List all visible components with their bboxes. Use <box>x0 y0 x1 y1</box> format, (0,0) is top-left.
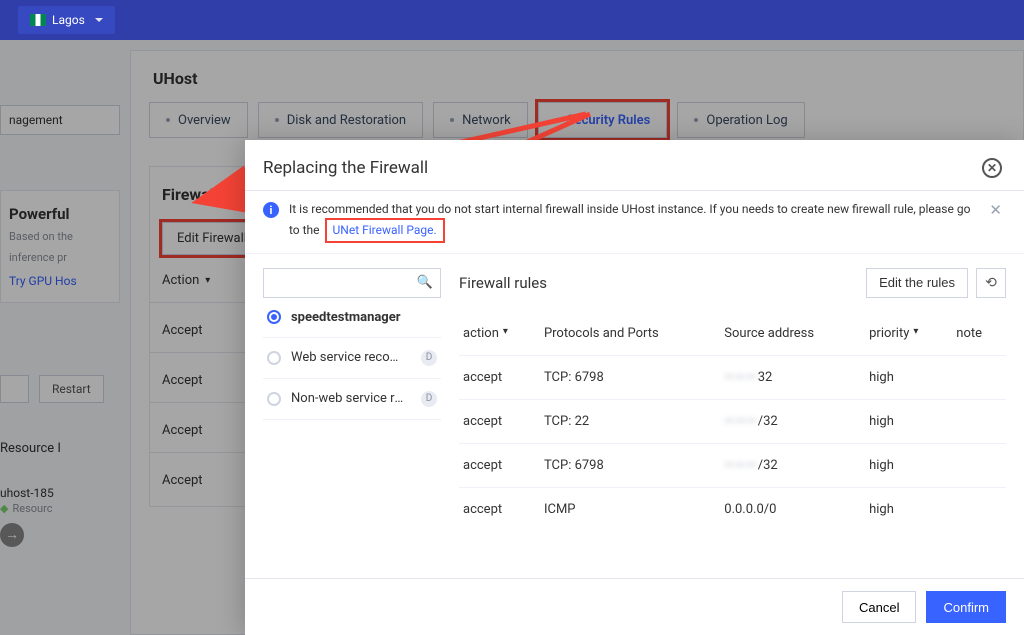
modal-footer: Cancel Confirm <box>245 578 1024 635</box>
col-source: Source address <box>720 312 865 356</box>
chevron-down-icon <box>95 18 103 22</box>
firewall-search-box: 🔍 <box>263 268 441 298</box>
top-bar: Lagos <box>0 0 1024 40</box>
dot-icon <box>275 118 279 122</box>
firewall-search-input[interactable] <box>263 268 441 298</box>
instance-action-buttons: Restart <box>0 375 120 403</box>
rules-table-header: action Protocols and Ports Source addres… <box>459 312 1006 356</box>
close-icon[interactable]: ✕ <box>982 158 1002 178</box>
region-picker[interactable]: Lagos <box>18 6 115 34</box>
region-label: Lagos <box>52 13 85 27</box>
col-action[interactable]: action <box>459 312 540 356</box>
replace-firewall-modal: Replacing the Firewall ✕ i It is recomme… <box>245 140 1024 635</box>
cancel-button[interactable]: Cancel <box>842 591 916 623</box>
dot-icon <box>694 118 698 122</box>
firewall-option[interactable]: Web service recom… D <box>263 338 441 379</box>
rules-table: action Protocols and Ports Source addres… <box>459 312 1006 531</box>
dismiss-info-icon[interactable]: ✕ <box>985 201 1006 219</box>
firewall-option-label: speedtestmanager <box>291 310 437 325</box>
dot-icon <box>166 118 170 122</box>
tab-row: Overview Disk and Restoration Network Se… <box>149 102 1023 138</box>
page-title: UHost <box>153 69 1023 88</box>
radio-unchecked-icon <box>267 392 281 406</box>
promo-subtitle-1: Based on the <box>9 229 111 244</box>
firewall-option-label: Web service recom… <box>291 350 407 365</box>
rules-table-row: accept ICMP 0.0.0.0/0 high <box>459 487 1006 531</box>
confirm-button[interactable]: Confirm <box>926 591 1006 623</box>
dot-icon <box>450 118 454 122</box>
rules-header: Firewall rules Edit the rules ⟲ <box>459 268 1006 298</box>
rules-table-row: accept TCP: 6798 ———/32 high <box>459 443 1006 487</box>
tab-security-rules[interactable]: Security Rules <box>538 102 668 138</box>
tab-network[interactable]: Network <box>433 102 528 138</box>
col-priority[interactable]: priority <box>865 312 952 356</box>
next-arrow-icon[interactable]: → <box>0 523 24 547</box>
refresh-icon: ⟲ <box>985 274 997 291</box>
default-badge-icon: D <box>421 350 437 366</box>
radio-unchecked-icon <box>267 351 281 365</box>
edit-rules-button[interactable]: Edit the rules <box>866 268 968 298</box>
tab-disk-restoration[interactable]: Disk and Restoration <box>258 102 423 138</box>
info-strip: i It is recommended that you do not star… <box>245 191 1024 254</box>
uhost-id: uhost-185 <box>0 486 120 500</box>
resource-label: Resource I <box>0 441 120 456</box>
modal-header: Replacing the Firewall ✕ <box>245 140 1024 191</box>
tab-overview[interactable]: Overview <box>149 102 248 138</box>
tab-operation-log[interactable]: Operation Log <box>677 102 804 138</box>
col-protocols: Protocols and Ports <box>540 312 720 356</box>
info-text: It is recommended that you do not start … <box>289 201 975 243</box>
info-icon: i <box>263 202 279 218</box>
firewall-option[interactable]: Non-web service re… D <box>263 379 441 420</box>
rules-table-row: accept TCP: 22 ———/32 high <box>459 399 1006 443</box>
rules-column: Firewall rules Edit the rules ⟲ action P… <box>459 268 1006 578</box>
radio-checked-icon <box>267 310 281 324</box>
uhost-sub: ◆Resourc <box>0 502 120 515</box>
promo-link[interactable]: Try GPU Hos <box>9 274 111 288</box>
dot-icon <box>555 118 559 122</box>
unet-firewall-page-link[interactable]: UNet Firewall Page. <box>325 218 445 243</box>
restart-button[interactable]: Restart <box>39 375 104 403</box>
rules-title: Firewall rules <box>459 274 866 292</box>
unknown-button[interactable] <box>0 375 29 403</box>
firewall-option-label: Non-web service re… <box>291 391 407 406</box>
left-column: nagement Powerful Based on the inference… <box>0 40 120 635</box>
firewall-select-column: 🔍 speedtestmanager Web service recom… D … <box>263 268 441 578</box>
rules-table-row: accept TCP: 6798 ———32 high <box>459 355 1006 399</box>
management-tab[interactable]: nagement <box>0 105 120 135</box>
firewall-option[interactable]: speedtestmanager <box>263 298 441 338</box>
default-badge-icon: D <box>421 391 437 407</box>
promo-title: Powerful <box>9 205 111 223</box>
nigeria-flag-icon <box>30 14 46 26</box>
modal-body: 🔍 speedtestmanager Web service recom… D … <box>245 254 1024 578</box>
col-note: note <box>952 312 1006 356</box>
refresh-button[interactable]: ⟲ <box>976 268 1006 298</box>
search-icon: 🔍 <box>417 275 433 290</box>
promo-card: Powerful Based on the inference pr Try G… <box>0 190 120 303</box>
modal-title: Replacing the Firewall <box>263 158 982 178</box>
promo-subtitle-2: inference pr <box>9 250 111 265</box>
